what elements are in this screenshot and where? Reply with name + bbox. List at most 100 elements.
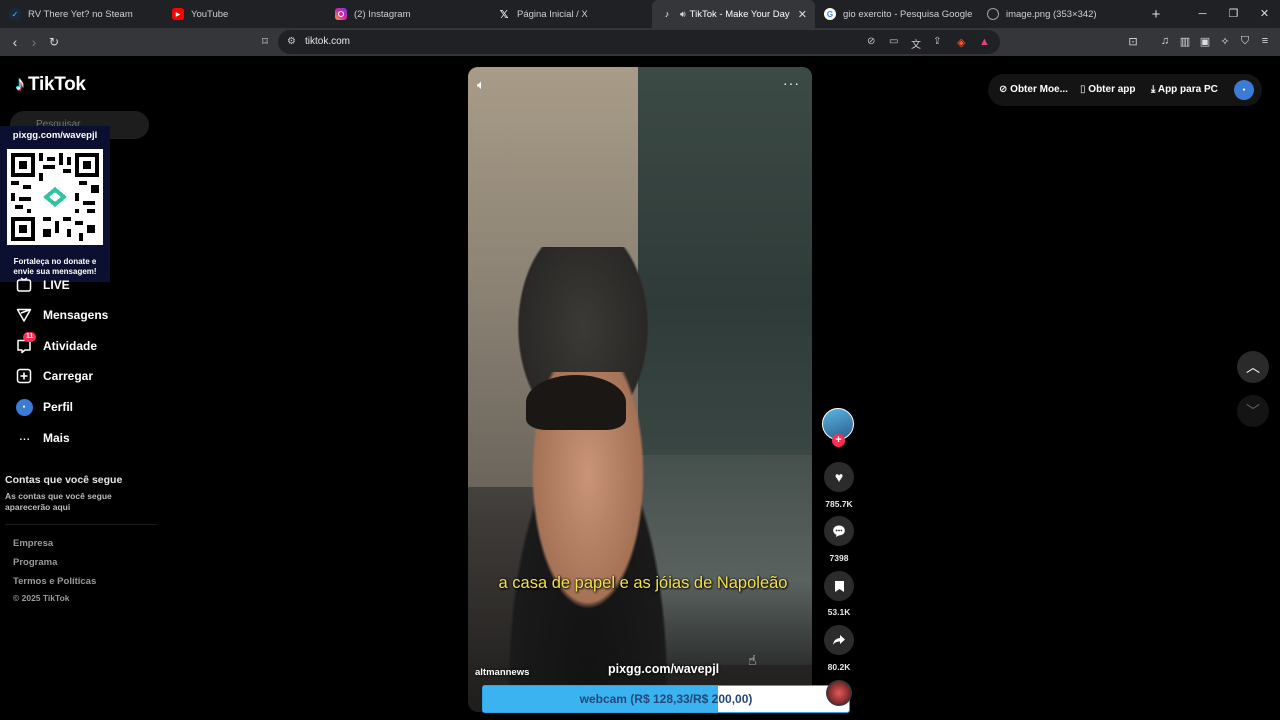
- sidebar-icon[interactable]: ▥: [1178, 35, 1192, 48]
- chevron-down-icon: ﹀: [1246, 403, 1260, 419]
- brave-shield-icon[interactable]: ◈: [957, 36, 965, 49]
- sidebar-item-label: Atividade: [43, 339, 98, 353]
- comment-count: 7398: [829, 553, 849, 563]
- brave-rewards-icon[interactable]: ▲: [979, 36, 990, 48]
- menu-icon[interactable]: ≡: [1258, 35, 1272, 47]
- media-icon[interactable]: ♫: [1158, 35, 1172, 47]
- browser-toolbar: ‹ › ↻ ⌑ ⚙︎ tiktok.com ⊘ ▭ 文 ⇪ ◈ ▲ ⊡ ♫ ▥ …: [0, 28, 1280, 56]
- get-coins-button[interactable]: ⊘ Obter Moe...: [999, 84, 1068, 95]
- restore-icon[interactable]: ❐: [1218, 0, 1249, 28]
- bookmark-icon[interactable]: ⌑: [256, 33, 274, 51]
- minimize-icon[interactable]: ─: [1187, 0, 1218, 28]
- like-count: 785.7K: [825, 499, 853, 509]
- logo-text: TikTok: [28, 73, 86, 95]
- more-icon: ···: [18, 430, 31, 446]
- tab-x[interactable]: 𝕏 Página Inicial / X: [489, 0, 652, 28]
- profile-avatar: ●: [15, 398, 33, 416]
- tab-title: TikTok - Make Your Day: [689, 8, 790, 20]
- tiktok-logo[interactable]: ♪ TikTok: [15, 73, 86, 96]
- close-tab-icon[interactable]: ✕: [798, 8, 807, 21]
- sidebar-item-more[interactable]: ··· Mais: [15, 428, 70, 448]
- footer-link-program[interactable]: Programa: [13, 557, 57, 568]
- tab-instagram[interactable]: (2) Instagram: [326, 0, 489, 28]
- tab-google[interactable]: G gio exercito - Pesquisa Google: [815, 0, 978, 28]
- phone-icon: ▯: [1080, 84, 1086, 95]
- sidebar-item-label: LIVE: [43, 278, 70, 292]
- coin-icon: ⊘: [999, 84, 1008, 95]
- tab-image[interactable]: image.png (353×342): [978, 0, 1141, 28]
- url-text: tiktok.com: [305, 36, 351, 47]
- music-disc-icon[interactable]: [826, 680, 852, 706]
- qr-caption: Fortaleça no donate e envie sua mensagem…: [13, 257, 97, 276]
- share-count: 80.2K: [827, 662, 851, 672]
- following-subtitle: As contas que você segue aparecerão aqui: [5, 491, 112, 512]
- profile-avatar-header[interactable]: ●: [1234, 80, 1254, 100]
- wallet-icon[interactable]: ▣: [1198, 35, 1212, 48]
- like-button[interactable]: ♥: [824, 462, 854, 492]
- get-app-label: Obter app: [1088, 84, 1136, 95]
- save-count: 53.1K: [827, 607, 851, 617]
- tab-tiktok[interactable]: ♪ 🔊︎ TikTok - Make Your Day ✕: [652, 0, 815, 28]
- x-icon: 𝕏: [499, 8, 509, 21]
- tab-steam[interactable]: ✓ RV There Yet? no Steam: [0, 0, 163, 28]
- volume-icon[interactable]: 🔈︎: [477, 77, 485, 93]
- video-caption: a casa de papel e as jóias de Napoleão: [498, 574, 788, 592]
- share-button[interactable]: [824, 625, 854, 655]
- messages-icon: [15, 306, 33, 324]
- tab-title: Página Inicial / X: [517, 8, 588, 20]
- pc-app-label: App para PC: [1157, 84, 1218, 95]
- activity-badge: 11: [23, 332, 37, 342]
- ai-assistant-icon[interactable]: ✧: [1218, 35, 1232, 48]
- more-options-icon[interactable]: ···: [783, 75, 800, 91]
- browser-tab-strip: ✓ RV There Yet? no Steam ▶ YouTube (2) I…: [0, 0, 1280, 28]
- video-watermark: pixgg.com/wavepjl: [608, 662, 720, 676]
- previous-video-button[interactable]: ︿: [1237, 351, 1269, 383]
- sidebar-item-messages[interactable]: Mensagens: [15, 305, 108, 325]
- donation-qr-overlay: pixgg.com/wavepjl Fortaleça no donate e …: [0, 126, 110, 282]
- next-video-button[interactable]: ﹀: [1237, 395, 1269, 427]
- tab-title: image.png (353×342): [1006, 8, 1097, 20]
- tab-title: (2) Instagram: [354, 8, 411, 20]
- pc-app-button[interactable]: ⤓ App para PC: [1151, 84, 1218, 95]
- vpn-icon[interactable]: ⛉: [1238, 35, 1252, 48]
- globe-icon: [987, 8, 999, 20]
- donation-goal-bar: webcam (R$ 128,33/R$ 200,00): [482, 685, 850, 713]
- instagram-icon: [335, 8, 347, 20]
- share-icon[interactable]: ⇪: [933, 36, 941, 47]
- comment-icon: [833, 525, 845, 537]
- tab-youtube[interactable]: ▶ YouTube: [163, 0, 326, 28]
- close-window-icon[interactable]: ✕: [1249, 0, 1280, 28]
- footer-link-terms[interactable]: Termos e Políticas: [13, 576, 96, 587]
- sidebar-item-label: Mais: [43, 431, 70, 445]
- speaker-icon: 🔊︎: [680, 8, 686, 19]
- forward-icon[interactable]: ›: [25, 33, 43, 51]
- steam-icon: ✓: [9, 8, 21, 20]
- tiktok-note-icon: ♪: [15, 73, 25, 95]
- save-button[interactable]: [824, 571, 854, 601]
- follow-plus-icon[interactable]: +: [832, 434, 845, 447]
- video-author-watermark: altmannews: [475, 667, 530, 678]
- screenshot-icon[interactable]: ⊡: [1126, 35, 1140, 48]
- cast-icon[interactable]: ▭: [889, 36, 898, 47]
- sidebar-item-upload[interactable]: Carregar: [15, 366, 93, 386]
- new-tab-icon[interactable]: +: [1145, 6, 1167, 23]
- get-app-button[interactable]: ▯ Obter app: [1080, 84, 1136, 95]
- header-actions: ⊘ Obter Moe... ▯ Obter app ⤓ App para PC…: [988, 74, 1262, 106]
- translate-icon[interactable]: 文: [911, 36, 921, 51]
- bookmark-icon: [834, 580, 844, 592]
- following-title: Contas que você segue: [5, 474, 123, 486]
- no-tracking-icon[interactable]: ⊘: [867, 36, 875, 47]
- video-player[interactable]: 🔈︎ ··· a casa de papel e as jóias de Nap…: [468, 67, 812, 712]
- window-controls: ─ ❐ ✕: [1187, 0, 1280, 28]
- comment-button[interactable]: [824, 516, 854, 546]
- reload-icon[interactable]: ↻: [45, 33, 63, 51]
- tab-title: YouTube: [191, 8, 229, 20]
- site-settings-icon[interactable]: ⚙︎: [287, 36, 296, 47]
- sidebar-item-activity[interactable]: 11 Atividade: [15, 332, 98, 356]
- sidebar-item-live[interactable]: LIVE: [15, 275, 70, 295]
- footer-link-company[interactable]: Empresa: [13, 538, 53, 549]
- back-icon[interactable]: ‹: [6, 33, 24, 51]
- sidebar-item-profile[interactable]: ● Perfil: [15, 397, 73, 417]
- chevron-up-icon: ︿: [1246, 359, 1260, 375]
- address-bar[interactable]: ⚙︎ tiktok.com ⊘ ▭ 文 ⇪ ◈ ▲: [278, 30, 1000, 54]
